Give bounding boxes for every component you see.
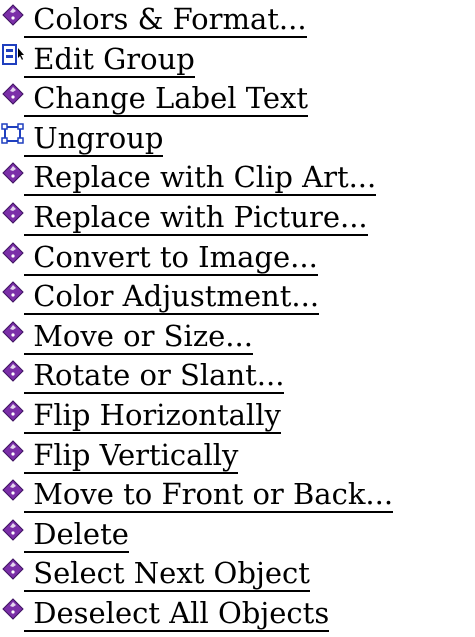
menu-item-flip-vertically[interactable]: Flip Vertically xyxy=(0,438,475,478)
diamond-bullet-icon xyxy=(1,320,25,344)
menu-item-rotate-or-slant[interactable]: Rotate or Slant... xyxy=(0,358,475,398)
diamond-bullet-icon xyxy=(1,161,25,185)
diamond-bullet-icon xyxy=(1,597,25,621)
menu-item-move-to-front-or-back[interactable]: Move to Front or Back... xyxy=(0,477,475,517)
menu-item-change-label-text[interactable]: Change Label Text xyxy=(0,81,475,121)
context-menu: Colors & Format... Edit Group Change Lab… xyxy=(0,2,475,636)
menu-item-label: Delete xyxy=(24,516,129,553)
menu-item-replace-picture[interactable]: Replace with Picture... xyxy=(0,200,475,240)
menu-item-replace-clip-art[interactable]: Replace with Clip Art... xyxy=(0,160,475,200)
diamond-bullet-icon xyxy=(1,518,25,542)
ungroup-icon xyxy=(1,122,25,146)
menu-item-label: Move or Size... xyxy=(24,318,253,355)
menu-item-convert-to-image[interactable]: Convert to Image... xyxy=(0,240,475,280)
menu-item-label: Replace with Picture... xyxy=(24,199,368,236)
menu-item-flip-horizontally[interactable]: Flip Horizontally xyxy=(0,398,475,438)
menu-item-label: Rotate or Slant... xyxy=(24,358,285,395)
diamond-bullet-icon xyxy=(1,201,25,225)
menu-item-label: Replace with Clip Art... xyxy=(24,160,377,197)
menu-item-label: Edit Group xyxy=(24,41,195,78)
menu-item-color-adjustment[interactable]: Color Adjustment... xyxy=(0,279,475,319)
menu-item-label: Color Adjustment... xyxy=(24,279,320,316)
menu-item-label: Change Label Text xyxy=(24,81,309,118)
menu-item-label: Flip Horizontally xyxy=(24,397,281,434)
menu-item-deselect-all-objects[interactable]: Deselect All Objects xyxy=(0,596,475,636)
menu-item-ungroup[interactable]: Ungroup xyxy=(0,121,475,161)
diamond-bullet-icon xyxy=(1,557,25,581)
menu-item-label: Flip Vertically xyxy=(24,437,239,474)
menu-item-label: Colors & Format... xyxy=(24,2,307,38)
menu-item-colors-format[interactable]: Colors & Format... xyxy=(0,2,475,42)
diamond-bullet-icon xyxy=(1,280,25,304)
diamond-bullet-icon xyxy=(1,359,25,383)
diamond-bullet-icon xyxy=(1,241,25,265)
diamond-bullet-icon xyxy=(1,399,25,423)
menu-item-label: Convert to Image... xyxy=(24,239,318,276)
diamond-bullet-icon xyxy=(1,478,25,502)
menu-item-select-next-object[interactable]: Select Next Object xyxy=(0,556,475,596)
menu-item-label: Ungroup xyxy=(24,120,164,157)
diamond-bullet-icon xyxy=(1,3,25,27)
menu-item-label: Move to Front or Back... xyxy=(24,477,394,514)
menu-item-edit-group[interactable]: Edit Group xyxy=(0,42,475,82)
menu-item-move-or-size[interactable]: Move or Size... xyxy=(0,319,475,359)
diamond-bullet-icon xyxy=(1,439,25,463)
menu-item-label: Deselect All Objects xyxy=(24,595,330,632)
menu-item-label: Select Next Object xyxy=(24,556,310,593)
diamond-bullet-icon xyxy=(1,82,25,106)
menu-item-delete[interactable]: Delete xyxy=(0,517,475,557)
edit-group-icon xyxy=(1,43,25,67)
